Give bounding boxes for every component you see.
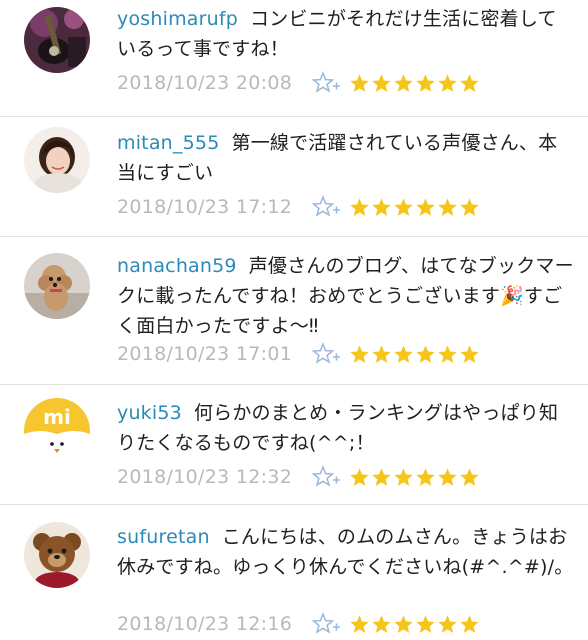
username-link[interactable]: yuki53: [117, 402, 182, 424]
comment-item: sufuretan こんにちは、のムのムさん。きょうはお休みですね。ゆっくり休んで…: [0, 505, 588, 640]
comment-item: yoshimarufp コンビニがそれだけ生活に密着しているって事ですね！ 201…: [0, 0, 588, 117]
star-icon: [350, 467, 369, 486]
star-icon: [394, 344, 413, 363]
comment-date: 2018/10/23 12:32: [117, 466, 293, 488]
star-rating: [349, 344, 480, 365]
star-icon: [438, 73, 457, 92]
star-icon: [416, 73, 435, 92]
username-link[interactable]: sufuretan: [117, 526, 210, 548]
comment-date: 2018/10/23 20:08: [117, 72, 293, 94]
avatar[interactable]: [24, 7, 90, 73]
comment-item: mi yuki53 何らかのまとめ・ランキングはやっぱり知りたくなるものですね(^…: [0, 385, 588, 505]
add-star-icon[interactable]: [312, 71, 342, 95]
star-icon: [372, 73, 391, 92]
star-icon: [372, 467, 391, 486]
star-icon: [416, 614, 435, 633]
star-icon: [372, 197, 391, 216]
star-icon: [394, 467, 413, 486]
star-icon: [438, 344, 457, 363]
avatar[interactable]: [24, 522, 90, 588]
comment-list: yoshimarufp コンビニがそれだけ生活に密着しているって事ですね！ 201…: [0, 0, 588, 640]
star-icon: [372, 614, 391, 633]
username-link[interactable]: mitan_555: [117, 132, 220, 154]
star-icon: [460, 197, 479, 216]
add-star-icon[interactable]: [312, 342, 342, 366]
star-icon: [394, 73, 413, 92]
star-rating: [349, 197, 480, 218]
comment-date: 2018/10/23 17:01: [117, 343, 293, 365]
star-icon: [394, 614, 413, 633]
svg-text:mi: mi: [43, 405, 71, 429]
comment-date: 2018/10/23 12:16: [117, 613, 293, 635]
comment-item: mitan_555 第一線で活躍されている声優さん、本当にすごい 2018/10/…: [0, 117, 588, 237]
star-icon: [460, 344, 479, 363]
star-rating: [349, 614, 480, 635]
avatar[interactable]: mi: [24, 398, 90, 464]
star-rating: [349, 73, 480, 94]
star-icon: [394, 197, 413, 216]
star-icon: [416, 467, 435, 486]
avatar[interactable]: [24, 127, 90, 193]
add-star-icon[interactable]: [312, 612, 342, 636]
username-link[interactable]: nanachan59: [117, 255, 237, 277]
add-star-icon[interactable]: [312, 195, 342, 219]
avatar[interactable]: [24, 253, 90, 319]
add-star-icon[interactable]: [312, 465, 342, 489]
star-rating: [349, 467, 480, 488]
star-icon: [416, 344, 435, 363]
star-icon: [350, 197, 369, 216]
star-icon: [438, 467, 457, 486]
star-icon: [350, 614, 369, 633]
comment-text: 何らかのまとめ・ランキングはやっぱり知りたくなるものですね(^^;！: [117, 402, 559, 454]
star-icon: [350, 344, 369, 363]
comment-item: nanachan59 声優さんのブログ、はてなブックマークに載ったんですね！おめで…: [0, 237, 588, 385]
star-icon: [460, 614, 479, 633]
star-icon: [416, 197, 435, 216]
star-icon: [438, 197, 457, 216]
username-link[interactable]: yoshimarufp: [117, 8, 238, 30]
comment-date: 2018/10/23 17:12: [117, 196, 293, 218]
star-icon: [460, 467, 479, 486]
star-icon: [438, 614, 457, 633]
star-icon: [460, 73, 479, 92]
star-icon: [372, 344, 391, 363]
star-icon: [350, 73, 369, 92]
